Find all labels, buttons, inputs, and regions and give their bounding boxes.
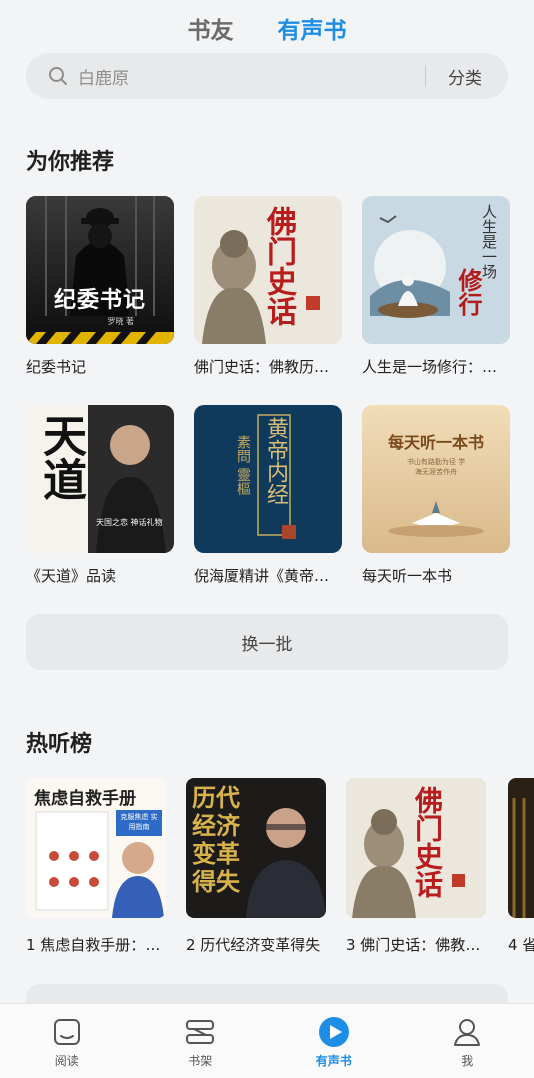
book-title: 纪委书记: [26, 356, 174, 377]
cover-title: 黄帝内经: [264, 417, 288, 505]
book-title: 2 历代经济变革得失: [186, 934, 326, 955]
book-cover: 每天听一本书 书山有路勤为径 学海无涯苦作舟: [362, 405, 510, 553]
tabbar-item-audiobooks[interactable]: 有声书: [267, 1004, 401, 1078]
category-button[interactable]: 分类: [448, 64, 482, 89]
refresh-button[interactable]: 换一批: [26, 614, 508, 670]
book-item[interactable]: 每天听一本书 书山有路勤为径 学海无涯苦作舟 每天听一本书: [362, 405, 510, 586]
book-title: 《天道》品读: [26, 565, 174, 586]
book-cover: 黄帝内经 素問 靈樞: [194, 405, 342, 553]
book-title: 每天听一本书: [362, 565, 510, 586]
top-tabs: 书友 有声书: [0, 8, 534, 48]
book-item[interactable]: 纪委书记 罗晓 著 纪委书记: [26, 196, 174, 377]
tabbar-label: 有声书: [316, 1052, 352, 1069]
book-cover: 佛门史话: [346, 778, 486, 918]
tabbar-item-me[interactable]: 我: [401, 1004, 534, 1078]
tabbar-item-reading[interactable]: 阅读: [0, 1004, 134, 1078]
section-title-recommend: 为你推荐: [26, 144, 114, 176]
tabbar-label: 阅读: [55, 1052, 79, 1069]
search-bar[interactable]: 白鹿原 分类: [26, 53, 508, 99]
search-divider: [425, 65, 426, 87]
section-title-hot: 热听榜: [26, 726, 92, 758]
tabbar-item-bookshelf[interactable]: 书架: [134, 1004, 268, 1078]
tab-audiobooks[interactable]: 有声书: [278, 11, 347, 45]
book-item[interactable]: 人生是一场 修行 人生是一场修行：心灵成长: [362, 196, 510, 377]
book-cover: 焦虑自救手册 克服焦虑 实用指南: [26, 778, 166, 918]
tabbar-label: 书架: [188, 1052, 212, 1069]
reading-icon: [51, 1016, 83, 1048]
search-input[interactable]: 白鹿原: [78, 64, 425, 89]
book-title: 4 省: [508, 934, 534, 955]
cover-title: 焦虑自救手册: [34, 784, 136, 809]
cover-subtitle: 素問 靈樞: [228, 435, 252, 495]
book-cover: [508, 778, 534, 918]
cover-title: 佛门史话: [264, 206, 294, 326]
cover-subtitle: 天国之恋 神话礼物: [96, 517, 163, 528]
cover-title: 天道: [36, 413, 86, 501]
book-cover: 天道 天国之恋 神话礼物: [26, 405, 174, 553]
book-cover: 历代经济变革得失: [186, 778, 326, 918]
cover-title: 历代经济变革得失: [192, 784, 252, 896]
bookshelf-icon: [184, 1016, 216, 1048]
book-title: 3 佛门史话：佛教历史的演变: [346, 934, 486, 955]
cover-title: 纪委书记: [26, 282, 174, 314]
hot-item[interactable]: 4 省: [508, 778, 534, 955]
book-title: 人生是一场修行：心灵成长: [362, 356, 510, 377]
book-cover: 纪委书记 罗晓 著: [26, 196, 174, 344]
cover-author: 罗晓 著: [107, 316, 134, 327]
hot-item[interactable]: 焦虑自救手册 克服焦虑 实用指南 1 焦虑自救手册：摆脱焦虑: [26, 778, 166, 955]
book-title: 佛门史话：佛教历史的演变: [194, 356, 342, 377]
hot-list[interactable]: 焦虑自救手册 克服焦虑 实用指南 1 焦虑自救手册：摆脱焦虑 历代经济变革得失 …: [26, 778, 534, 978]
book-item[interactable]: 黄帝内经 素問 靈樞 倪海厦精讲《黄帝内经》: [194, 405, 342, 586]
hot-item[interactable]: 历代经济变革得失 2 历代经济变革得失: [186, 778, 326, 955]
cover-subtitle: 克服焦虑 实用指南: [118, 812, 160, 832]
tab-friends[interactable]: 书友: [188, 11, 234, 45]
cover-subtitle: 书山有路勤为径 学海无涯苦作舟: [406, 457, 466, 477]
book-item[interactable]: 天道 天国之恋 神话礼物 《天道》品读: [26, 405, 174, 586]
bottom-tabbar: 阅读 书架 有声书 我: [0, 1003, 534, 1078]
cover-title: 每天听一本书: [362, 429, 510, 453]
profile-icon: [451, 1016, 483, 1048]
play-icon: [318, 1016, 350, 1048]
hot-item[interactable]: 佛门史话 3 佛门史话：佛教历史的演变: [346, 778, 486, 955]
book-title: 倪海厦精讲《黄帝内经》: [194, 565, 342, 586]
book-item[interactable]: 佛门史话 佛门史话：佛教历史的演变: [194, 196, 342, 377]
cover-title-2: 修行: [448, 268, 482, 316]
search-icon: [48, 66, 68, 86]
tabbar-label: 我: [461, 1052, 473, 1069]
book-title: 1 焦虑自救手册：摆脱焦虑: [26, 934, 166, 955]
book-cover: 佛门史话: [194, 196, 342, 344]
book-cover: 人生是一场 修行: [362, 196, 510, 344]
cover-title: 佛门史话: [412, 786, 442, 898]
